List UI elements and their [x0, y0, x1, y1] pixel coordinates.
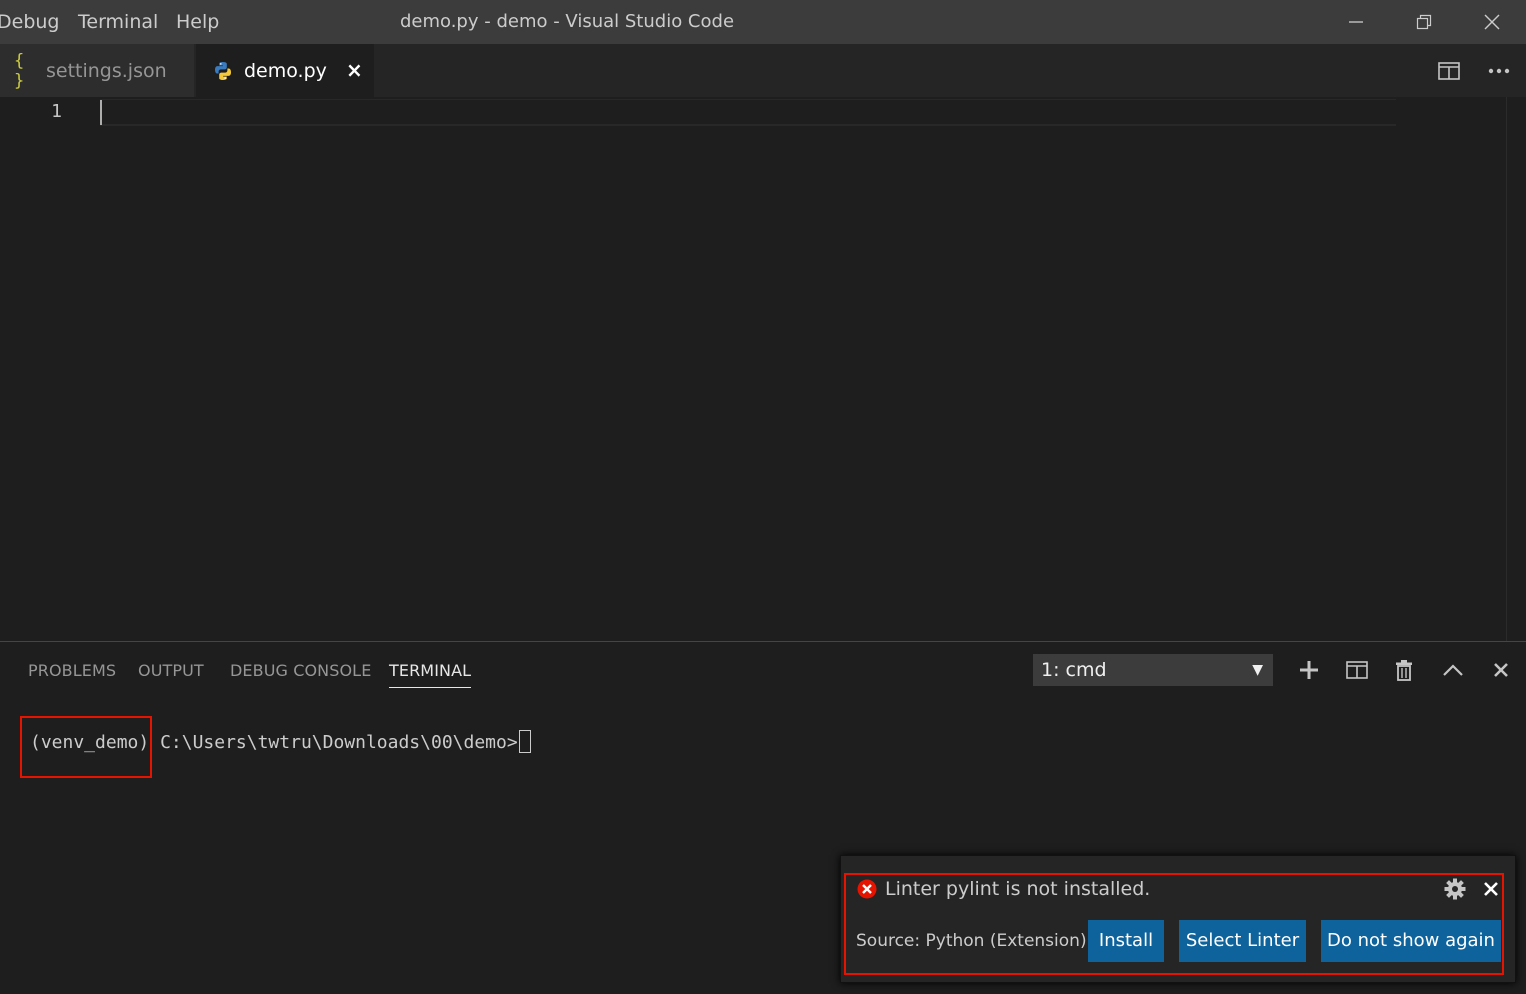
restore-icon [1416, 14, 1432, 30]
split-editor-icon [1438, 61, 1460, 80]
new-terminal-button[interactable] [1293, 654, 1325, 686]
notification-message: Linter pylint is not installed. [885, 878, 1151, 900]
terminal-path: C:\Users\twtru\Downloads\00\demo> [160, 732, 518, 753]
tab-debug-console[interactable]: DEBUG CONSOLE [230, 658, 371, 688]
window-title: demo.py - demo - Visual Studio Code [399, 11, 735, 32]
text-cursor [100, 100, 102, 125]
terminal-selector[interactable]: 1: cmd ▼ [1033, 654, 1273, 686]
select-linter-button[interactable]: Select Linter [1179, 920, 1306, 962]
editor-area[interactable]: 1 [0, 97, 1526, 641]
notification-close-button[interactable] [1483, 881, 1499, 901]
chevron-down-icon: ▼ [1252, 662, 1263, 678]
venv-highlight-annotation [20, 716, 152, 778]
tab-output[interactable]: OUTPUT [138, 658, 204, 688]
tab-label: settings.json [46, 59, 167, 82]
trash-icon [1396, 660, 1412, 681]
ellipsis-icon [1488, 68, 1510, 73]
terminal-selector-value: 1: cmd [1041, 659, 1107, 681]
line-number: 1 [51, 101, 62, 122]
notification-settings-button[interactable] [1444, 878, 1466, 904]
split-terminal-button[interactable] [1341, 654, 1373, 686]
minimize-icon [1349, 21, 1363, 23]
split-editor-button[interactable] [1438, 44, 1468, 97]
install-button[interactable]: Install [1088, 920, 1164, 962]
chevron-up-icon [1443, 664, 1463, 676]
minimize-button[interactable] [1322, 0, 1390, 44]
editor-scrollbar[interactable] [1506, 97, 1507, 641]
close-icon [1484, 14, 1500, 30]
notification-source: Source: Python (Extension) [856, 931, 1087, 951]
restore-button[interactable] [1390, 0, 1458, 44]
tab-label: demo.py [244, 59, 327, 82]
do-not-show-again-button[interactable]: Do not show again [1321, 920, 1501, 962]
tab-problems[interactable]: PROBLEMS [28, 658, 116, 688]
json-braces-icon: { } [14, 50, 25, 91]
title-bar: Debug Terminal Help demo.py - demo - Vis… [0, 0, 1526, 44]
kill-terminal-button[interactable] [1388, 654, 1420, 686]
plus-icon [1300, 661, 1318, 679]
split-terminal-icon [1346, 661, 1368, 679]
error-icon [857, 879, 877, 903]
editor-tab-bar: { } settings.json demo.py × [0, 44, 1526, 97]
close-icon [1484, 882, 1498, 896]
tab-demo-py[interactable]: demo.py × [196, 44, 374, 97]
current-line-highlight [100, 99, 1396, 126]
python-icon [212, 61, 234, 81]
gear-icon [1444, 878, 1466, 900]
terminal-cursor [518, 730, 531, 753]
close-panel-button[interactable] [1485, 654, 1517, 686]
tab-close-button[interactable]: × [346, 58, 363, 82]
tab-settings-json[interactable]: { } settings.json [0, 44, 194, 97]
more-actions-button[interactable] [1488, 44, 1516, 97]
tab-terminal[interactable]: TERMINAL [389, 658, 472, 688]
close-window-button[interactable] [1458, 0, 1526, 44]
maximize-panel-button[interactable] [1437, 654, 1469, 686]
close-icon [1494, 663, 1508, 677]
